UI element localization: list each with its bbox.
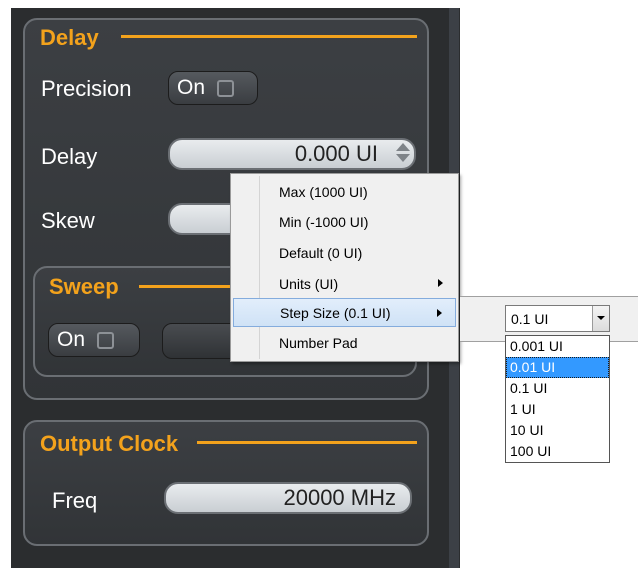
skew-label: Skew <box>41 208 95 233</box>
step-size-option[interactable]: 100 UI <box>506 441 609 462</box>
output-clock-title-rule <box>197 441 417 444</box>
delay-value-field[interactable]: 0.000 UI <box>168 138 416 170</box>
freq-value: 20000 MHz <box>283 485 396 510</box>
freq-label: Freq <box>52 488 98 513</box>
menu-item-label: Default (0 UI) <box>279 244 363 261</box>
step-size-option[interactable]: 1 UI <box>506 399 609 420</box>
menu-item-units[interactable]: Units (UI) <box>233 269 456 298</box>
menu-item-number-pad[interactable]: Number Pad <box>233 328 456 357</box>
spinner-arrows-icon[interactable] <box>396 143 410 165</box>
freq-value-field[interactable]: 20000 MHz <box>164 482 412 514</box>
menu-item-label: Step Size (0.1 UI) <box>280 304 391 321</box>
menu-item-label: Units (UI) <box>279 275 339 292</box>
delay-context-menu: Max (1000 UI) Min (-1000 UI) Default (0 … <box>230 173 459 362</box>
precision-toggle-label: On <box>177 76 206 99</box>
dropdown-arrow-icon[interactable] <box>592 306 609 331</box>
step-size-option[interactable]: 0.001 UI <box>506 336 609 357</box>
delay-section-title: Delay <box>40 25 99 50</box>
output-clock-section-title: Output Clock <box>40 431 179 456</box>
submenu-arrow-icon <box>438 279 443 287</box>
menu-item-label: Number Pad <box>279 334 358 351</box>
menu-item-label: Min (-1000 UI) <box>279 213 369 230</box>
step-size-option[interactable]: 10 UI <box>506 420 609 441</box>
checkbox-icon <box>217 79 235 97</box>
checkbox-icon <box>97 331 115 349</box>
delay-value: 0.000 UI <box>294 141 378 166</box>
sweep-toggle[interactable]: On <box>48 323 140 357</box>
sweep-section-title: Sweep <box>49 274 119 299</box>
menu-item-step-size[interactable]: Step Size (0.1 UI) <box>233 298 456 327</box>
precision-label: Precision <box>41 76 132 101</box>
delay-label: Delay <box>41 144 98 169</box>
step-size-option[interactable]: 0.1 UI <box>506 378 609 399</box>
step-size-selected-value: 0.1 UI <box>511 310 549 327</box>
delay-title-rule <box>121 35 417 38</box>
step-size-select[interactable]: 0.1 UI <box>505 305 610 332</box>
menu-item-default[interactable]: Default (0 UI) <box>233 238 456 267</box>
menu-item-label: Max (1000 UI) <box>279 183 368 200</box>
menu-item-min[interactable]: Min (-1000 UI) <box>233 207 456 236</box>
precision-toggle[interactable]: On <box>168 71 258 105</box>
sweep-toggle-label: On <box>57 328 86 351</box>
step-size-option[interactable]: 0.01 UI <box>506 357 609 378</box>
submenu-arrow-icon <box>437 309 442 317</box>
step-size-options-list: 0.001 UI 0.01 UI 0.1 UI 1 UI 10 UI 100 U… <box>505 335 610 463</box>
menu-item-max[interactable]: Max (1000 UI) <box>233 177 456 206</box>
